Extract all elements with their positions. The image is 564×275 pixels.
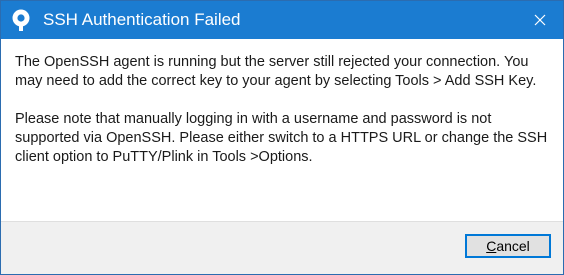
message-paragraph-1: The OpenSSH agent is running but the ser…: [15, 54, 537, 89]
message-paragraph-2: Please note that manually logging in wit…: [15, 111, 548, 165]
close-button[interactable]: [517, 1, 563, 39]
dialog-title: SSH Authentication Failed: [43, 10, 241, 29]
ssh-auth-failed-dialog: SSH Authentication Failed The OpenSSH ag…: [0, 0, 564, 275]
cancel-access-key: C: [486, 238, 497, 254]
cancel-button[interactable]: Cancel: [465, 234, 551, 258]
dialog-message: The OpenSSH agent is running but the ser…: [15, 53, 551, 167]
cancel-label-rest: ancel: [496, 238, 530, 254]
button-bar: Cancel: [1, 221, 563, 274]
title-bar: SSH Authentication Failed: [1, 1, 563, 39]
close-icon: [534, 14, 546, 26]
sourcetree-icon: [9, 8, 33, 32]
